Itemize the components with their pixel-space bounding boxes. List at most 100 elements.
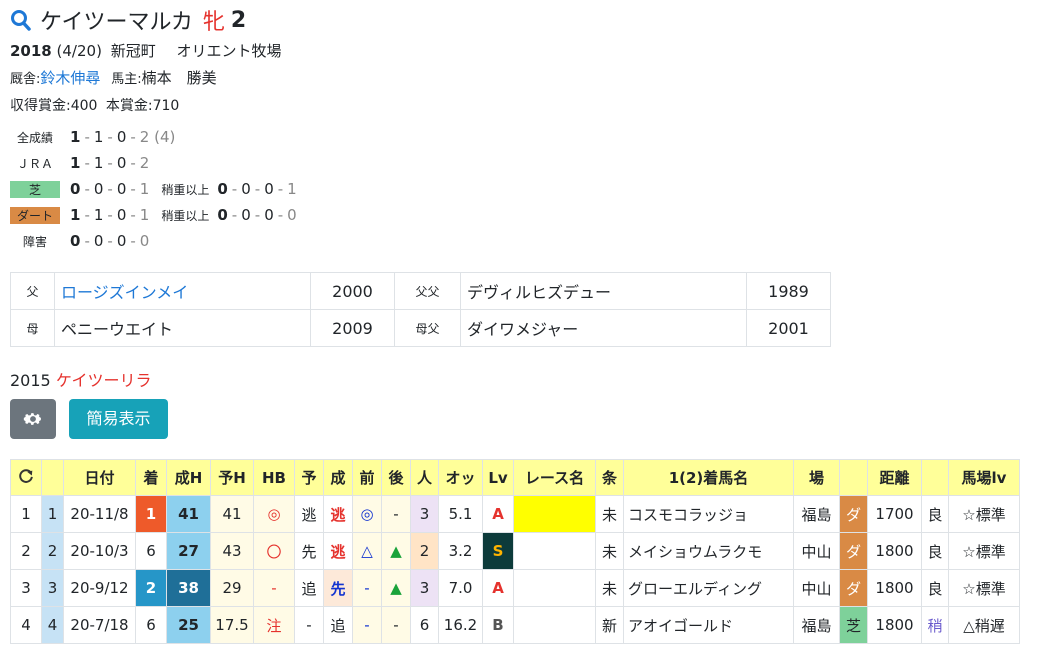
record-thirds: 0 bbox=[116, 206, 127, 224]
birth-area: 新冠町 bbox=[110, 42, 156, 60]
dam-label: 母 bbox=[10, 309, 55, 347]
reload-button[interactable] bbox=[10, 459, 42, 496]
col-idx bbox=[41, 459, 64, 496]
col-seiH: 成H bbox=[166, 459, 211, 496]
track-level: ☆標準 bbox=[948, 569, 1020, 607]
record-thirds: 0 bbox=[116, 128, 127, 146]
horse-name: ケイツーマルカ bbox=[40, 10, 193, 35]
record-label: ダート bbox=[10, 206, 60, 224]
race-date: 20-7/18 bbox=[63, 606, 136, 644]
record-row: 芝 0-0-0-1 稍重以上 0-0-0-1 bbox=[10, 180, 297, 198]
record-wins: 1 bbox=[70, 154, 81, 172]
trainer-link[interactable]: 鈴木伸尋 bbox=[40, 69, 100, 87]
racecourse: 中山 bbox=[793, 569, 840, 607]
record-others: 1 bbox=[139, 180, 150, 198]
finish-position: 6 bbox=[135, 532, 167, 570]
birth-year: 2018 bbox=[10, 42, 52, 60]
row-index: 3 bbox=[41, 569, 64, 607]
record-sub-seconds: 0 bbox=[241, 180, 251, 198]
reload-icon bbox=[19, 468, 33, 483]
record-others: 1 bbox=[139, 206, 150, 224]
hb-mark: - bbox=[253, 569, 295, 607]
predicted-style: 逃 bbox=[294, 495, 324, 533]
record-seconds: 1 bbox=[93, 128, 104, 146]
record-wins: 0 bbox=[70, 180, 81, 198]
race-name[interactable] bbox=[513, 606, 596, 644]
track-condition: 良 bbox=[921, 569, 949, 607]
race-row[interactable]: 4 4 20-7/18 6 25 17.5 注 - 追 - -6 16.2 B 新アオイゴールド 福島芝 18… bbox=[10, 606, 1020, 644]
col-winner: 1(2)着馬名 bbox=[623, 459, 794, 496]
col-lv: Lv bbox=[482, 459, 514, 496]
predicted-style: 先 bbox=[294, 532, 324, 570]
finish-position: 6 bbox=[135, 606, 167, 644]
front-mark: - bbox=[352, 606, 382, 644]
odds: 16.2 bbox=[438, 606, 483, 644]
predicted-style: - bbox=[294, 606, 324, 644]
track-level: ☆標準 bbox=[948, 495, 1020, 533]
winner-name[interactable]: アオイゴールド bbox=[623, 606, 794, 644]
race-condition: 未 bbox=[595, 569, 624, 607]
race-row[interactable]: 3 3 20-9/12 2 38 29- 追先 - ▲ 3 7.0 A 未グローエルディング 中山ダ 180… bbox=[10, 569, 1020, 607]
rear-mark: ▲ bbox=[381, 569, 411, 607]
dam-year: 2009 bbox=[310, 309, 395, 347]
winner-name[interactable]: メイショウムラクモ bbox=[623, 532, 794, 570]
row-number: 3 bbox=[10, 569, 42, 607]
search-icon[interactable] bbox=[10, 8, 32, 32]
birth-info: 2018 (4/20) 新冠町 オリエント牧場 bbox=[10, 40, 282, 61]
pedigree-row-dam: 母 ペニーウエイト 2009 母父 ダイワメジャー 2001 bbox=[10, 309, 831, 347]
col-finish: 着 bbox=[135, 459, 167, 496]
winner-name[interactable]: グローエルディング bbox=[623, 569, 794, 607]
sire-label: 父 bbox=[10, 272, 55, 310]
record-sub-others: 0 bbox=[287, 206, 297, 224]
record-label: 芝 bbox=[10, 180, 60, 198]
race-date: 20-11/8 bbox=[63, 495, 136, 533]
race-date: 20-10/3 bbox=[63, 532, 136, 570]
popularity: 3 bbox=[410, 495, 439, 533]
distance: 1700 bbox=[867, 495, 922, 533]
record-seconds: 0 bbox=[93, 232, 104, 250]
actual-style: 追 bbox=[323, 606, 353, 644]
sire-year: 2000 bbox=[310, 272, 395, 310]
record-row: 全成績 1-1-0-2 (4) bbox=[10, 128, 175, 146]
record-others: 2 (4) bbox=[139, 128, 176, 146]
record-row: ダート 1-1-0-1 稍重以上 0-0-0-0 bbox=[10, 206, 297, 224]
odds: 3.2 bbox=[438, 532, 483, 570]
owner-label: 馬主: bbox=[111, 72, 142, 87]
popularity: 6 bbox=[410, 606, 439, 644]
result-handicap: 27 bbox=[166, 532, 211, 570]
dam-sire-label: 母父 bbox=[394, 309, 461, 347]
hb-mark: ◎ bbox=[253, 495, 295, 533]
track-condition: 良 bbox=[921, 532, 949, 570]
birth-date: (4/20) bbox=[56, 42, 102, 60]
predicted-handicap: 43 bbox=[210, 532, 254, 570]
col-baba bbox=[921, 459, 949, 496]
predicted-style: 追 bbox=[294, 569, 324, 607]
front-mark: ◎ bbox=[352, 495, 382, 533]
simple-view-button[interactable]: 簡易表示 bbox=[69, 399, 168, 439]
prize-value: 本賞金:710 bbox=[105, 98, 180, 114]
winner-name[interactable]: コスモコラッジョ bbox=[623, 495, 794, 533]
col-ato: 後 bbox=[381, 459, 411, 496]
settings-button[interactable] bbox=[10, 399, 56, 439]
row-index: 4 bbox=[41, 606, 64, 644]
popularity: 3 bbox=[410, 569, 439, 607]
sire-link[interactable]: ロージズインメイ bbox=[54, 272, 311, 310]
record-seconds: 1 bbox=[93, 154, 104, 172]
race-table-header: 日付 着 成H 予H HB 予 成 前 後 人 オッ Lv レース名 条 1(2… bbox=[10, 459, 1020, 496]
record-wins: 0 bbox=[70, 232, 81, 250]
col-date: 日付 bbox=[63, 459, 136, 496]
race-name[interactable] bbox=[513, 532, 596, 570]
col-mae: 前 bbox=[352, 459, 382, 496]
race-name[interactable] bbox=[513, 495, 596, 533]
record-thirds: 0 bbox=[116, 232, 127, 250]
sibling-link[interactable]: ケイツーリラ bbox=[56, 371, 152, 390]
race-row[interactable]: 2 2 20-10/3 6 27 43 〇先逃 △ ▲ 2 3.2 S 未メイショウムラクモ 中山ダ 180… bbox=[10, 532, 1020, 570]
race-level: A bbox=[482, 569, 514, 607]
race-row[interactable]: 1 1 20-11/8 1 41 41 ◎ 逃逃 ◎ -3 5.1 A 未コスモコラッジョ 福島ダ 1700… bbox=[10, 495, 1020, 533]
record-sub-others: 1 bbox=[287, 180, 297, 198]
col-hb: HB bbox=[253, 459, 295, 496]
race-history-table: 日付 着 成H 予H HB 予 成 前 後 人 オッ Lv レース名 条 1(2… bbox=[10, 459, 1020, 644]
race-name[interactable] bbox=[513, 569, 596, 607]
col-babalv: 馬場lv bbox=[948, 459, 1020, 496]
hb-mark: 注 bbox=[253, 606, 295, 644]
